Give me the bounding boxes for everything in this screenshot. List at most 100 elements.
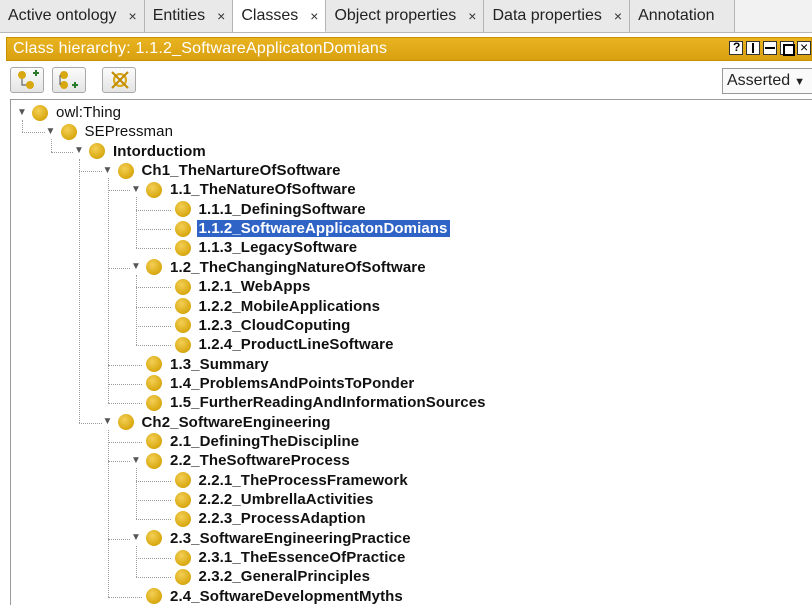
tab-label: Annotation (638, 7, 715, 24)
expand-toggle-icon[interactable]: ▼ (102, 416, 114, 428)
tree-node[interactable]: ▼2.2.3_ProcessAdaption (159, 509, 368, 528)
tree-node[interactable]: ▼ SEPressman (45, 122, 176, 141)
tab-object-properties[interactable]: Object properties × (326, 0, 485, 32)
tree-node[interactable]: ▼ Ch1_TheNartureOfSoftware (102, 161, 343, 180)
delete-class-icon (111, 71, 129, 89)
class-icon (146, 588, 162, 605)
tree-node-label: 2.2_TheSoftwareProcess (170, 452, 350, 470)
class-icon (146, 433, 162, 450)
tree-branch-line (50, 151, 73, 153)
tree-node-label: 1.2.3_CloudCoputing (198, 316, 351, 334)
tree-guide-line (107, 178, 109, 404)
class-icon (174, 472, 191, 489)
tab-entities[interactable]: Entities × (144, 0, 234, 32)
class-icon (146, 530, 162, 547)
expand-toggle-icon[interactable]: ▼ (73, 145, 85, 157)
tree-node[interactable]: ▼1.4_ProblemsAndPointsToPonder (130, 374, 416, 393)
tree-node[interactable]: ▼ Intorductiom (73, 142, 208, 161)
tree-node-label: 1.3_Summary (170, 355, 269, 373)
tab-label: Entities (152, 7, 206, 24)
tab-classes[interactable]: Classes × (233, 0, 327, 32)
expand-toggle-icon[interactable]: ▼ (130, 184, 142, 196)
delete-class-button[interactable] (102, 67, 136, 93)
tree-node[interactable]: ▼1.1.2_SoftwareApplicatonDomians (159, 219, 450, 238)
tab-data-properties[interactable]: Data properties × (484, 0, 631, 32)
tree-node[interactable]: ▼ 1.2_TheChangingNatureOfSoftware (130, 258, 428, 277)
split-vertical-icon[interactable] (746, 41, 760, 55)
tree-node[interactable]: ▼1.2.1_WebApps (159, 277, 313, 296)
tree-node-label: 1.4_ProblemsAndPointsToPonder (170, 374, 415, 392)
tree-node-label: Ch1_TheNartureOfSoftware (141, 162, 341, 180)
tree-node[interactable]: ▼ owl:Thing (16, 103, 123, 122)
tree-guide-line (136, 545, 137, 578)
class-icon (117, 162, 134, 179)
chevron-down-icon: ▼ (794, 76, 806, 88)
tree-node[interactable]: ▼1.5_FurtherReadingAndInformationSources (130, 393, 488, 412)
expand-toggle-icon[interactable]: ▼ (130, 261, 142, 273)
tree-node[interactable]: ▼1.2.3_CloudCoputing (159, 316, 353, 335)
tree-node[interactable]: ▼1.3_Summary (130, 355, 271, 374)
class-icon (146, 394, 162, 411)
tree-node[interactable]: ▼2.1_DefiningTheDiscipline (130, 432, 361, 451)
tree-node[interactable]: ▼2.4_SoftwareDevelopmentMyths (130, 587, 405, 605)
tree-node[interactable]: ▼1.1.1_DefiningSoftware (159, 200, 368, 219)
tree-node[interactable]: ▼ 2.2_TheSoftwareProcess (130, 451, 352, 470)
tab-label: Classes (241, 6, 299, 24)
close-icon[interactable]: × (310, 8, 318, 24)
tree-branch-line (107, 461, 130, 463)
add-sibling-button[interactable] (52, 67, 86, 93)
tree-node-label: Intorductiom (113, 142, 206, 160)
tree-node-label: 1.5_FurtherReadingAndInformationSources (170, 394, 486, 412)
tree-node[interactable]: ▼2.3.2_GeneralPrinciples (159, 567, 373, 586)
tree-node-label: 1.1.2_SoftwareApplicatonDomians (196, 220, 450, 238)
tree-node[interactable]: ▼2.2.1_TheProcessFramework (159, 471, 410, 490)
expand-toggle-icon[interactable]: ▼ (130, 532, 142, 544)
view-controls (729, 39, 811, 56)
class-icon (174, 491, 191, 508)
view-title: Class hierarchy: 1.1.2_SoftwareApplicato… (13, 40, 388, 57)
split-horizontal-icon[interactable] (763, 41, 777, 55)
class-hierarchy-view-bar: Class hierarchy: 1.1.2_SoftwareApplicato… (6, 37, 812, 61)
class-tree: ▼ owl:Thing ▼ SEPressman ▼ Intorductiom ▼ Ch1_T… (11, 100, 812, 605)
tree-node[interactable]: ▼1.2.4_ProductLineSoftware (159, 335, 396, 354)
close-icon[interactable]: × (614, 8, 622, 24)
hierarchy-mode-select[interactable]: Asserted ▼ (722, 68, 812, 94)
tree-node-label: 2.1_DefiningTheDiscipline (170, 432, 360, 450)
close-icon[interactable]: × (129, 8, 137, 24)
tree-node-label: 2.3.2_GeneralPrinciples (198, 568, 371, 586)
expand-toggle-icon[interactable]: ▼ (16, 107, 28, 119)
maximize-icon[interactable] (780, 41, 795, 56)
class-icon (174, 510, 191, 527)
class-hierarchy-tree-panel[interactable]: ▼ owl:Thing ▼ SEPressman ▼ Intorductiom ▼ Ch1_T… (10, 99, 812, 605)
expand-toggle-icon[interactable]: ▼ (130, 455, 142, 467)
tree-node-label: 2.3_SoftwareEngineeringPractice (170, 529, 411, 547)
expand-toggle-icon[interactable]: ▼ (45, 126, 57, 138)
tab-label: Active ontology (8, 7, 117, 24)
tree-node[interactable]: ▼2.3.1_TheEssenceOfPractice (159, 548, 408, 567)
close-icon[interactable]: × (217, 8, 225, 24)
tree-node[interactable]: ▼1.1.3_LegacySoftware (159, 238, 360, 257)
tree-node[interactable]: ▼ 2.3_SoftwareEngineeringPractice (130, 529, 413, 548)
tree-branch-line (107, 538, 130, 540)
tree-guide-line (136, 274, 137, 346)
tree-node[interactable]: ▼ Ch2_SoftwareEngineering (102, 413, 333, 432)
tree-node-label: 1.2.4_ProductLineSoftware (198, 336, 394, 354)
tree-node-label: 1.2.2_MobileApplications (198, 297, 381, 315)
add-subclass-button[interactable] (10, 67, 44, 93)
class-icon (174, 568, 191, 585)
tab-label: Object properties (334, 7, 457, 24)
close-icon[interactable]: × (468, 8, 476, 24)
tree-node[interactable]: ▼2.2.2_UmbrellaActivities (159, 490, 376, 509)
help-icon[interactable] (729, 40, 743, 55)
tree-node[interactable]: ▼1.2.2_MobileApplications (159, 297, 383, 316)
expand-toggle-icon[interactable]: ▼ (102, 165, 114, 177)
tab-annotation[interactable]: Annotation (630, 0, 735, 32)
class-icon (32, 104, 48, 121)
tree-node[interactable]: ▼ 1.1_TheNatureOfSoftware (130, 180, 358, 199)
class-icon (89, 143, 105, 160)
tab-active-ontology[interactable]: Active ontology × (0, 0, 145, 32)
close-view-icon[interactable] (797, 39, 811, 55)
tree-guide-line (136, 197, 137, 249)
class-icon (60, 123, 77, 140)
tab-strip: Active ontology × Entities × Classes × O… (0, 0, 812, 33)
